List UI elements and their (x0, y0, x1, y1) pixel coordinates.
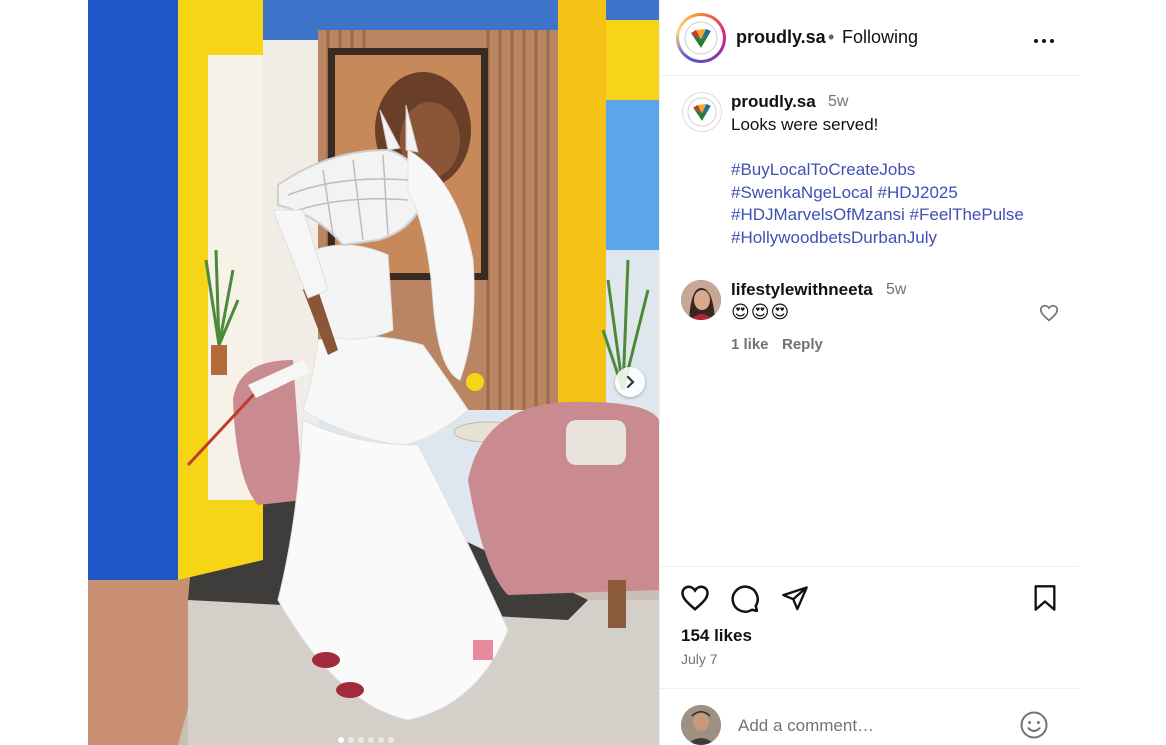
commenter-avatar[interactable] (681, 280, 721, 320)
caption-time[interactable]: 5w (828, 93, 848, 111)
caption-username[interactable]: proudly.sa (731, 92, 816, 112)
hashtag-link[interactable]: #HDJ2025 (878, 183, 958, 202)
comment-likes[interactable]: 1 like (731, 336, 769, 353)
post-date[interactable]: July 7 (681, 651, 718, 667)
post-side-panel: proudly.sa • Following proudly.sa 5w Loo… (659, 0, 1079, 745)
bookmark-icon (1034, 585, 1056, 611)
hashtag-link[interactable]: #FeelThePulse (910, 205, 1024, 224)
current-user-avatar (681, 705, 721, 745)
post-image[interactable] (88, 0, 659, 745)
commenter-photo (681, 280, 721, 320)
caption-hashtags: #BuyLocalToCreateJobs #SwenkaNgeLocal #H… (731, 159, 1071, 249)
more-icon-dot (1050, 39, 1054, 43)
carousel-dot (348, 737, 354, 743)
comment-text: 😍😍😍 (731, 302, 791, 322)
likes-count[interactable]: 154 likes (681, 626, 752, 646)
proudly-sa-logo (684, 21, 718, 55)
hashtag-link[interactable]: #SwenkaNgeLocal (731, 183, 873, 202)
following-button[interactable]: Following (842, 27, 918, 48)
emoji-button[interactable] (1019, 710, 1049, 745)
post-photo-illustration (88, 0, 659, 745)
current-user-photo (681, 705, 721, 745)
like-button[interactable] (680, 584, 710, 617)
comment-reply-button[interactable]: Reply (782, 336, 823, 353)
carousel-dot (358, 737, 364, 743)
next-image-button[interactable] (615, 367, 645, 397)
add-comment-input[interactable] (736, 712, 1010, 740)
hashtag-link[interactable]: #HollywoodbetsDurbanJuly (731, 228, 937, 247)
carousel-dot (338, 737, 344, 743)
commenter-username[interactable]: lifestylewithneeta (731, 280, 873, 300)
caption-avatar[interactable] (682, 92, 722, 132)
emoji-icon (1020, 711, 1048, 739)
share-button[interactable] (781, 584, 809, 617)
more-icon-dot (1034, 39, 1038, 43)
header-separator: • (828, 27, 835, 47)
actions-divider (660, 566, 1079, 567)
proudly-sa-logo (687, 97, 717, 127)
post-header: proudly.sa • Following (660, 0, 1079, 76)
carousel-dot (388, 737, 394, 743)
author-username[interactable]: proudly.sa (736, 27, 826, 48)
hashtag-link[interactable]: #HDJMarvelsOfMzansi (731, 205, 905, 224)
caption-text: Looks were served! (731, 115, 879, 134)
comment-time[interactable]: 5w (886, 281, 906, 299)
carousel-dot (378, 737, 384, 743)
comment-like-button[interactable] (1039, 304, 1059, 327)
chevron-right-icon (626, 375, 635, 389)
heart-icon (1039, 304, 1059, 322)
more-options-button[interactable] (1032, 30, 1058, 44)
author-avatar[interactable] (676, 13, 726, 63)
comment-divider (660, 688, 1079, 689)
more-icon-dot (1042, 39, 1046, 43)
hashtag-link[interactable]: #BuyLocalToCreateJobs (731, 160, 915, 179)
carousel-dot (368, 737, 374, 743)
comment-icon (731, 585, 759, 613)
carousel-indicator (338, 737, 394, 743)
heart-icon (681, 585, 709, 611)
send-icon (782, 586, 808, 611)
comment-button[interactable] (730, 584, 760, 619)
save-button[interactable] (1032, 584, 1058, 617)
